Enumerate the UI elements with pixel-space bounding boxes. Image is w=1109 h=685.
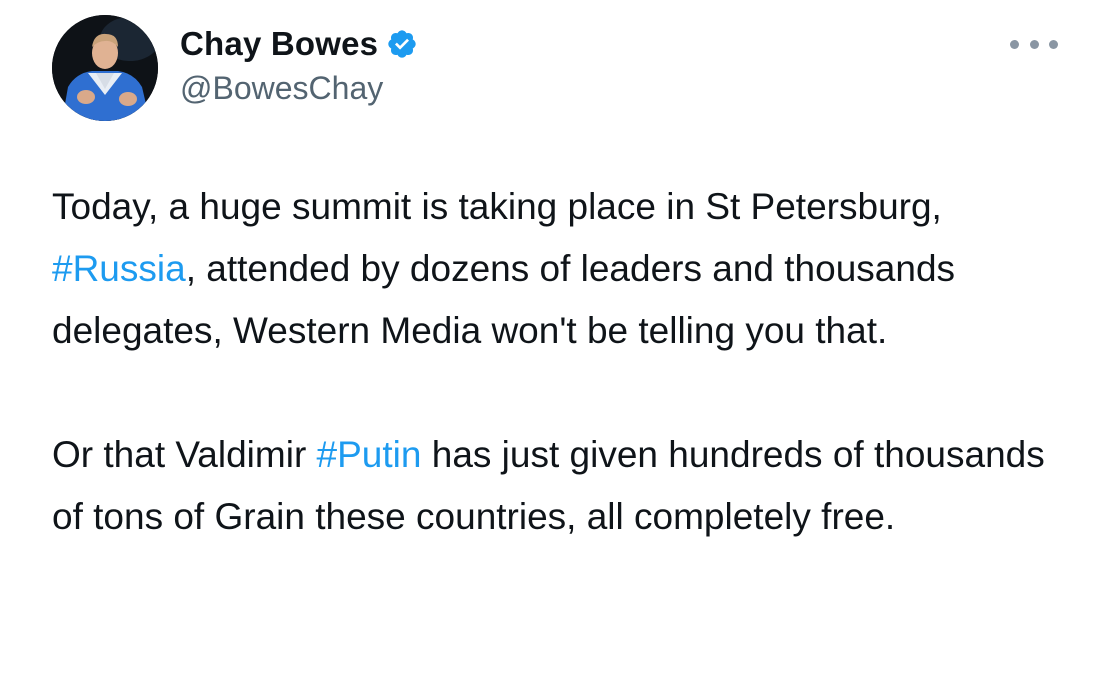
- tweet-card: Chay Bowes @BowesChay Today, a huge summ…: [0, 0, 1109, 685]
- avatar-photo: [52, 15, 158, 121]
- hashtag-link-putin[interactable]: #Putin: [317, 434, 422, 475]
- avatar[interactable]: [52, 15, 158, 121]
- tweet-text-segment: Or that Valdimir: [52, 434, 317, 475]
- tweet-paragraph-1: Today, a huge summit is taking place in …: [52, 176, 1072, 362]
- author-name-row: Chay Bowes: [180, 22, 418, 66]
- tweet-text-segment: , attended by dozens of leaders and thou…: [52, 248, 956, 351]
- tweet-paragraph-2: Or that Valdimir #Putin has just given h…: [52, 424, 1072, 548]
- tweet-text: Today, a huge summit is taking place in …: [52, 176, 1072, 548]
- hashtag-link-russia[interactable]: #Russia: [52, 248, 186, 289]
- verified-badge-icon: [386, 28, 418, 60]
- author-name[interactable]: Chay Bowes: [180, 25, 378, 63]
- tweet-text-segment: Today, a huge summit is taking place in …: [52, 186, 942, 227]
- author-handle[interactable]: @BowesChay: [180, 70, 383, 107]
- more-horizontal-icon[interactable]: [1010, 30, 1058, 58]
